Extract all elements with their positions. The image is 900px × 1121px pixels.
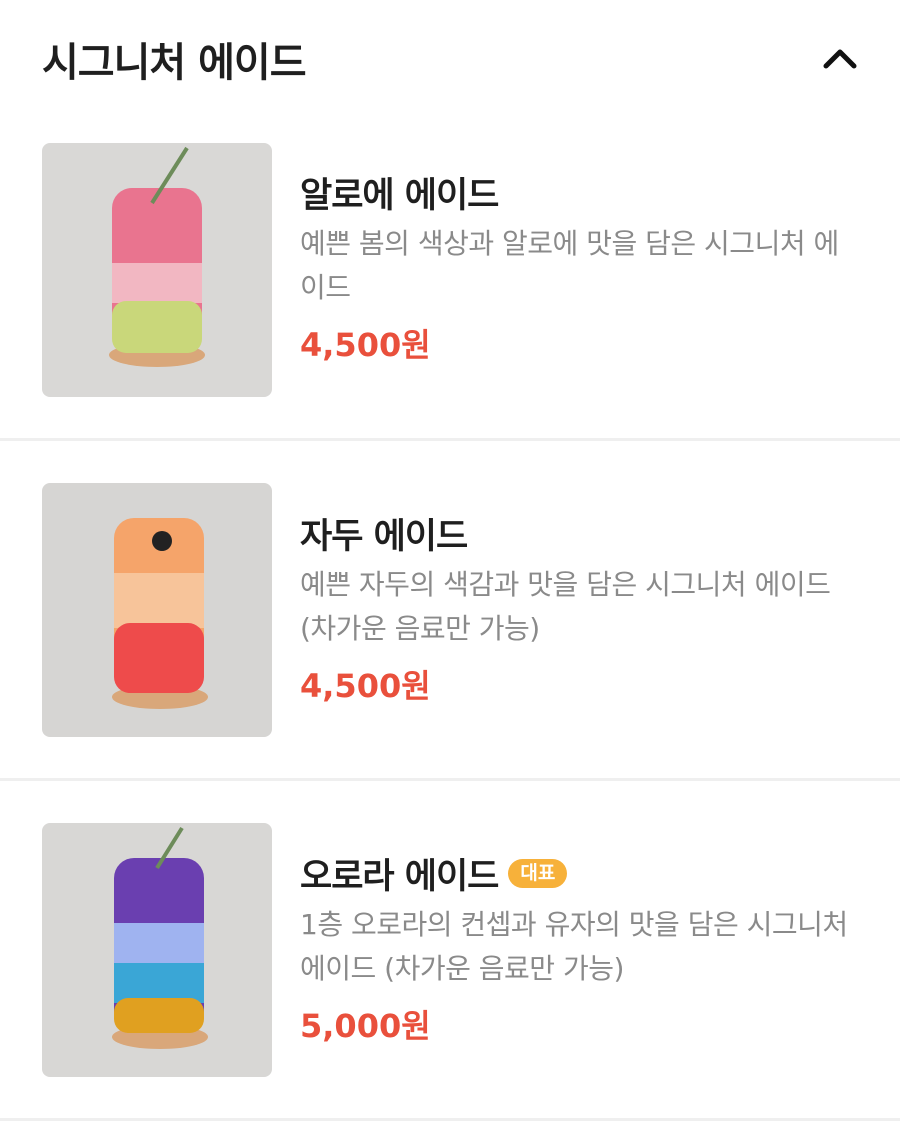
menu-item-image — [42, 143, 272, 397]
menu-item-info: 알로에 에이드 예쁜 봄의 색상과 알로에 맛을 담은 시그니처 에이드 4,5… — [300, 170, 860, 366]
section-title: 시그니처 에이드 — [42, 40, 307, 86]
menu-item-price: 4,500원 — [300, 667, 431, 705]
menu-item-description: 예쁜 봄의 색상과 알로에 맛을 담은 시그니처 에이드 — [300, 227, 839, 304]
menu-item-aloe-ade[interactable]: 알로에 에이드 예쁜 봄의 색상과 알로에 맛을 담은 시그니처 에이드 4,5… — [0, 112, 900, 441]
menu-item-name: 오로라 에이드 — [300, 856, 499, 897]
menu-list: 알로에 에이드 예쁜 봄의 색상과 알로에 맛을 담은 시그니처 에이드 4,5… — [0, 112, 900, 1121]
menu-item-info: 자두 에이드 예쁜 자두의 색감과 맛을 담은 시그니처 에이드 (차가운 음료… — [300, 511, 860, 707]
signature-badge: 대표 — [508, 858, 568, 888]
collapse-toggle-button[interactable] — [812, 34, 868, 82]
menu-item-price: 5,000원 — [300, 1007, 431, 1045]
chevron-up-icon — [823, 49, 857, 69]
section-header: 시그니처 에이드 — [0, 0, 900, 112]
menu-item-description: 예쁜 자두의 색감과 맛을 담은 시그니처 에이드 (차가운 음료만 가능) — [300, 568, 831, 645]
menu-item-image — [42, 483, 272, 737]
menu-item-price: 4,500원 — [300, 326, 431, 364]
menu-item-aurora-ade[interactable]: 오로라 에이드 대표 1층 오로라의 컨셉과 유자의 맛을 담은 시그니처 에이… — [0, 781, 900, 1121]
menu-item-name: 자두 에이드 — [300, 516, 468, 557]
menu-item-plum-ade[interactable]: 자두 에이드 예쁜 자두의 색감과 맛을 담은 시그니처 에이드 (차가운 음료… — [0, 441, 900, 781]
menu-item-info: 오로라 에이드 대표 1층 오로라의 컨셉과 유자의 맛을 담은 시그니처 에이… — [300, 851, 860, 1047]
menu-item-name: 알로에 에이드 — [300, 175, 499, 216]
menu-item-image — [42, 823, 272, 1077]
menu-item-description: 1층 오로라의 컨셉과 유자의 맛을 담은 시그니처 에이드 (차가운 음료만 … — [300, 908, 848, 985]
